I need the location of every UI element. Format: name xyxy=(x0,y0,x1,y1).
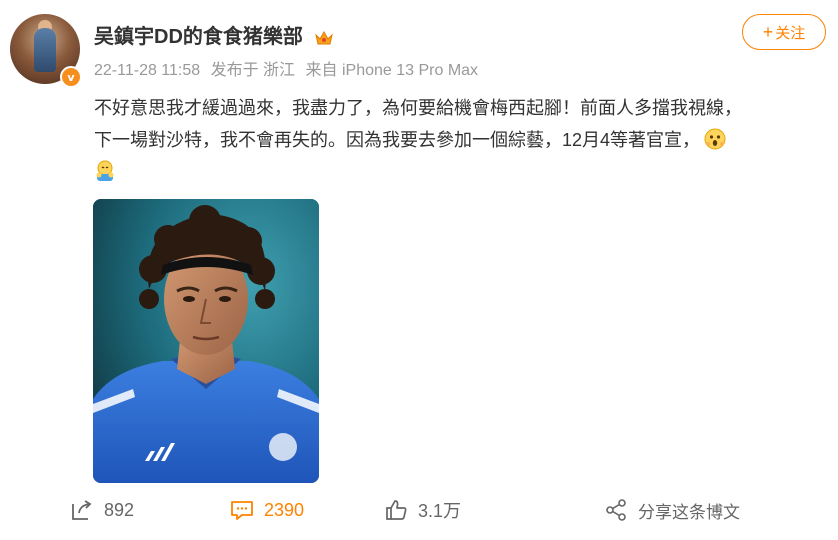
post-meta: 22-11-28 11:58 发布于 浙江 来自 iPhone 13 Pro M… xyxy=(94,56,484,80)
username-text[interactable]: 吴鎮宇DD的食食猪樂部 xyxy=(94,26,303,48)
comment-button[interactable]: 2390 xyxy=(230,490,304,530)
share-icon xyxy=(606,499,626,521)
share-label: 分享这条博文 xyxy=(638,502,740,522)
username[interactable]: 吴鎮宇DD的食食猪樂部 xyxy=(94,20,334,49)
post-text-line: 下一場對沙特，我不會再失的。因為我要去參加一個綜藝，12月4等著官宣， xyxy=(94,124,814,156)
weibo-post: v 吴鎮宇DD的食食猪樂部 22-11-28 11:58 发布于 浙江 来自 i… xyxy=(0,0,838,540)
verified-badge-icon: v xyxy=(60,66,82,88)
post-text-line: 不好意思我才緩過過來，我盡力了，為何要給機會梅西起腳！前面人多擋我視線， xyxy=(94,98,742,118)
post-time[interactable]: 22-11-28 11:58 xyxy=(94,62,200,79)
post-location: 发布于 浙江 xyxy=(210,62,296,79)
crown-badge-icon xyxy=(315,30,334,45)
post-source: 来自 iPhone 13 Pro Max xyxy=(305,62,479,79)
like-button[interactable]: 3.1万 xyxy=(384,490,461,530)
comment-count: 2390 xyxy=(264,499,305,520)
action-bar: 892 2390 3.1万 分享这条博文 xyxy=(0,490,838,530)
repost-icon xyxy=(72,500,92,520)
share-button[interactable]: 分享这条博文 xyxy=(604,490,740,530)
comment-icon xyxy=(231,501,253,520)
goalkeeper-photo xyxy=(93,199,319,483)
post-text: 不好意思我才緩過過來，我盡力了，為何要給機會梅西起腳！前面人多擋我視線， 下一場… xyxy=(94,92,814,188)
follow-label: 关注 xyxy=(775,24,806,42)
hug-emoji-icon xyxy=(96,160,114,181)
repost-count: 892 xyxy=(104,499,135,520)
repost-button[interactable]: 892 xyxy=(70,490,134,530)
plus-icon: + xyxy=(762,21,774,42)
avatar-figure xyxy=(34,28,56,72)
like-count: 3.1万 xyxy=(418,501,462,521)
follow-button[interactable]: + 关注 xyxy=(742,14,826,50)
thumbs-up-icon xyxy=(386,500,407,520)
post-text-segment: 下一場對沙特，我不會再失的。因為我要去參加一個綜藝，12月4等著官宣， xyxy=(94,130,701,150)
post-image[interactable] xyxy=(93,199,319,483)
post-text-line xyxy=(94,156,814,188)
scared-face-emoji-icon xyxy=(704,128,726,150)
